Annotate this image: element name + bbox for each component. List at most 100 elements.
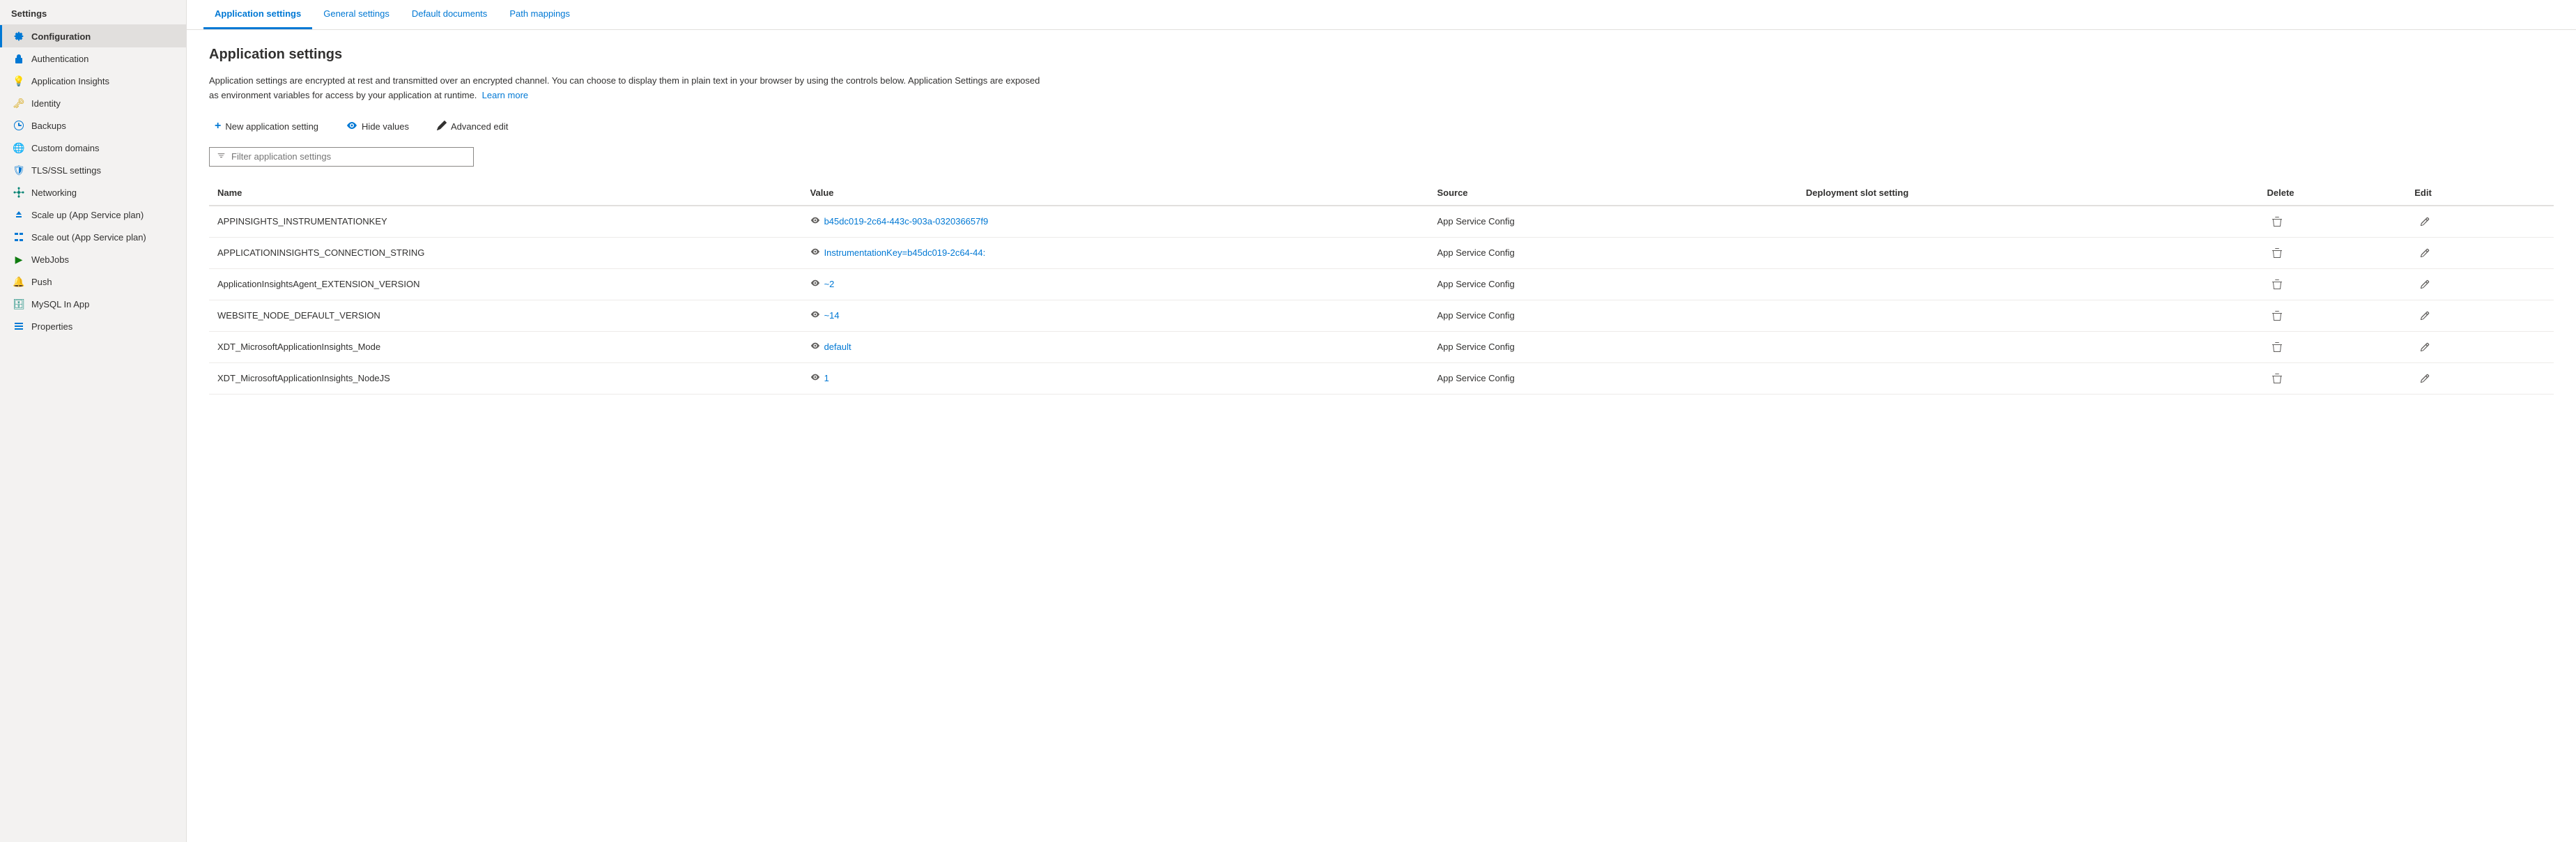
edit-button[interactable] <box>2414 339 2435 355</box>
authentication-icon <box>13 53 24 64</box>
setting-value[interactable]: InstrumentationKey=b45dc019-2c64-44: <box>802 237 1429 268</box>
sidebar-item-label: Scale out (App Service plan) <box>31 232 146 243</box>
setting-edit-cell <box>2406 300 2554 331</box>
col-header-delete: Delete <box>2258 181 2406 206</box>
scale-up-icon <box>13 209 24 220</box>
value-eye-icon <box>810 247 820 259</box>
sidebar-item-authentication[interactable]: Authentication <box>0 47 186 70</box>
sidebar-item-label: Networking <box>31 187 77 198</box>
setting-slot <box>1798 362 2259 394</box>
sidebar-item-label: Properties <box>31 321 72 332</box>
setting-value[interactable]: ~2 <box>802 268 1429 300</box>
advanced-edit-button[interactable]: Advanced edit <box>431 118 514 135</box>
tab-default-documents[interactable]: Default documents <box>401 0 498 29</box>
col-header-slot: Deployment slot setting <box>1798 181 2259 206</box>
setting-value[interactable]: ~14 <box>802 300 1429 331</box>
tab-application-settings[interactable]: Application settings <box>203 0 312 29</box>
backups-icon <box>13 120 24 131</box>
edit-button[interactable] <box>2414 245 2435 261</box>
delete-button[interactable] <box>2267 370 2288 387</box>
sidebar-item-scale-out[interactable]: Scale out (App Service plan) <box>0 226 186 248</box>
edit-button[interactable] <box>2414 277 2435 292</box>
setting-value-link[interactable]: ~2 <box>810 278 1019 290</box>
setting-source: App Service Config <box>1428 268 1797 300</box>
col-header-name: Name <box>209 181 802 206</box>
sidebar-item-application-insights[interactable]: 💡 Application Insights <box>0 70 186 92</box>
setting-source: App Service Config <box>1428 206 1797 238</box>
sidebar-item-label: Identity <box>31 98 61 109</box>
sidebar-item-push[interactable]: 🔔 Push <box>0 270 186 293</box>
delete-button[interactable] <box>2267 276 2288 293</box>
hide-values-button[interactable]: Hide values <box>341 117 415 136</box>
delete-button[interactable] <box>2267 245 2288 261</box>
learn-more-link[interactable]: Learn more <box>482 90 528 100</box>
new-application-setting-button[interactable]: + New application setting <box>209 117 324 135</box>
sidebar-item-configuration[interactable]: Configuration <box>0 25 186 47</box>
setting-slot <box>1798 331 2259 362</box>
setting-edit-cell <box>2406 268 2554 300</box>
sidebar-item-identity[interactable]: 🗝 Identity <box>0 92 186 114</box>
col-header-source: Source <box>1428 181 1797 206</box>
sidebar-item-webjobs[interactable]: ▶ WebJobs <box>0 248 186 270</box>
setting-value[interactable]: default <box>802 331 1429 362</box>
delete-button[interactable] <box>2267 213 2288 230</box>
edit-button[interactable] <box>2414 371 2435 386</box>
sidebar-item-label: Backups <box>31 121 66 131</box>
setting-edit-cell <box>2406 331 2554 362</box>
sidebar-item-label: Authentication <box>31 54 88 64</box>
sidebar-item-label: Push <box>31 277 52 287</box>
edit-button[interactable] <box>2414 308 2435 323</box>
table-row: ApplicationInsightsAgent_EXTENSION_VERSI… <box>209 268 2554 300</box>
sidebar-item-label: Application Insights <box>31 76 109 86</box>
edit-button[interactable] <box>2414 214 2435 229</box>
setting-value-link[interactable]: b45dc019-2c64-443c-903a-032036657f9 <box>810 215 1019 227</box>
sidebar-item-tls-ssl[interactable]: 🛡 TLS/SSL settings <box>0 159 186 181</box>
setting-value[interactable]: b45dc019-2c64-443c-903a-032036657f9 <box>802 206 1429 238</box>
setting-name: XDT_MicrosoftApplicationInsights_Mode <box>209 331 802 362</box>
setting-source: App Service Config <box>1428 331 1797 362</box>
application-insights-icon: 💡 <box>13 75 24 86</box>
setting-value[interactable]: 1 <box>802 362 1429 394</box>
table-row: WEBSITE_NODE_DEFAULT_VERSION ~14 App Ser… <box>209 300 2554 331</box>
sidebar-item-mysql[interactable]: 🗄 MySQL In App <box>0 293 186 315</box>
sidebar-item-backups[interactable]: Backups <box>0 114 186 137</box>
setting-slot <box>1798 300 2259 331</box>
delete-button[interactable] <box>2267 339 2288 355</box>
setting-value-link[interactable]: 1 <box>810 372 1019 384</box>
setting-edit-cell <box>2406 237 2554 268</box>
networking-icon <box>13 187 24 198</box>
sidebar-item-label: MySQL In App <box>31 299 89 309</box>
setting-value-link[interactable]: ~14 <box>810 309 1019 321</box>
setting-name: APPLICATIONINSIGHTS_CONNECTION_STRING <box>209 237 802 268</box>
setting-edit-cell <box>2406 362 2554 394</box>
sidebar-item-scale-up[interactable]: Scale up (App Service plan) <box>0 204 186 226</box>
sidebar-item-custom-domains[interactable]: 🌐 Custom domains <box>0 137 186 159</box>
sidebar-item-label: TLS/SSL settings <box>31 165 101 176</box>
value-eye-icon <box>810 278 820 290</box>
setting-value-link[interactable]: InstrumentationKey=b45dc019-2c64-44: <box>810 247 1019 259</box>
value-eye-icon <box>810 341 820 353</box>
sidebar-item-label: Configuration <box>31 31 91 42</box>
setting-value-link[interactable]: default <box>810 341 1019 353</box>
sidebar-header: Settings <box>0 0 186 25</box>
filter-input[interactable] <box>231 151 466 162</box>
setting-source: App Service Config <box>1428 237 1797 268</box>
setting-slot <box>1798 237 2259 268</box>
table-row: APPLICATIONINSIGHTS_CONNECTION_STRING In… <box>209 237 2554 268</box>
filter-icon <box>217 151 226 162</box>
table-row: XDT_MicrosoftApplicationInsights_Mode de… <box>209 331 2554 362</box>
filter-box <box>209 147 474 167</box>
tab-path-mappings[interactable]: Path mappings <box>498 0 581 29</box>
settings-table: Name Value Source Deployment slot settin… <box>209 181 2554 395</box>
tab-general-settings[interactable]: General settings <box>312 0 401 29</box>
table-row: APPINSIGHTS_INSTRUMENTATIONKEY b45dc019-… <box>209 206 2554 238</box>
setting-name: WEBSITE_NODE_DEFAULT_VERSION <box>209 300 802 331</box>
pencil-icon <box>437 121 447 132</box>
sidebar-item-networking[interactable]: Networking <box>0 181 186 204</box>
tls-ssl-icon: 🛡 <box>13 164 24 176</box>
eye-icon <box>346 120 357 133</box>
delete-button[interactable] <box>2267 307 2288 324</box>
webjobs-icon: ▶ <box>13 254 24 265</box>
sidebar-item-properties[interactable]: Properties <box>0 315 186 337</box>
setting-delete-cell <box>2258 206 2406 238</box>
